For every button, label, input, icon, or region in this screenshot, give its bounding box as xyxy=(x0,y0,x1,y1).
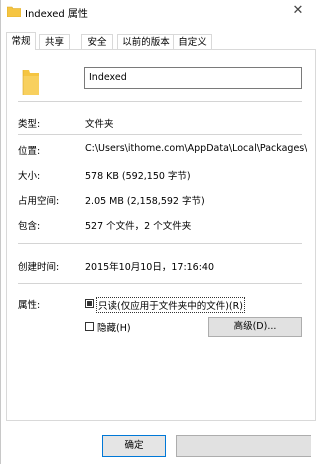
created-label: 创建时间: xyxy=(18,262,60,273)
ok-button[interactable]: 确定 xyxy=(102,435,166,457)
created-value: 2015年10月10日，17:16:40 xyxy=(85,262,215,273)
divider xyxy=(18,283,302,284)
attributes-label: 属性: xyxy=(18,300,41,311)
divider xyxy=(18,243,302,244)
type-label: 类型: xyxy=(18,119,41,130)
size-label: 大小: xyxy=(18,171,41,182)
type-value: 文件夹 xyxy=(85,119,114,130)
divider xyxy=(18,101,302,102)
tab-previous-versions[interactable]: 以前的版本 xyxy=(117,34,175,49)
readonly-checkbox[interactable] xyxy=(85,299,94,308)
tab-general[interactable]: 常规 xyxy=(6,32,36,50)
close-button[interactable]: ✕ xyxy=(289,2,307,20)
size-on-disk-label: 占用空间: xyxy=(18,196,60,207)
folder-icon xyxy=(7,6,21,17)
location-value: C:\Users\ithome.com\AppData\Local\Packag… xyxy=(85,143,307,154)
hidden-label[interactable]: 隐藏(H) xyxy=(97,320,131,334)
folder-name-field[interactable]: Indexed xyxy=(84,67,302,89)
divider xyxy=(18,134,302,135)
contains-label: 包含: xyxy=(18,221,41,232)
advanced-button[interactable]: 高级(D)... xyxy=(208,317,302,337)
tab-panel-general xyxy=(6,49,316,421)
hidden-checkbox[interactable] xyxy=(85,322,94,331)
tab-sharing[interactable]: 共享 xyxy=(39,34,70,49)
readonly-label[interactable]: 只读(仅应用于文件夹中的文件)(R) xyxy=(96,297,245,313)
folder-icon xyxy=(22,70,39,95)
size-value: 578 KB (592,150 字节) xyxy=(85,171,191,182)
window-title: Indexed 属性 xyxy=(25,9,88,20)
tab-customize[interactable]: 自定义 xyxy=(173,34,212,49)
tab-strip: 常规 共享 安全 以前的版本 自定义 xyxy=(6,32,311,50)
tab-security[interactable]: 安全 xyxy=(81,34,113,49)
contains-value: 527 个文件，2 个文件夹 xyxy=(85,221,192,232)
title-bar: Indexed 属性 ✕ xyxy=(1,0,311,28)
cancel-button[interactable] xyxy=(176,435,311,457)
size-on-disk-value: 2.05 MB (2,158,592 字节) xyxy=(85,196,205,207)
properties-dialog: Indexed 属性 ✕ 常规 共享 安全 以前的版本 自定义 Indexed … xyxy=(0,0,316,464)
location-label: 位置: xyxy=(18,146,41,157)
